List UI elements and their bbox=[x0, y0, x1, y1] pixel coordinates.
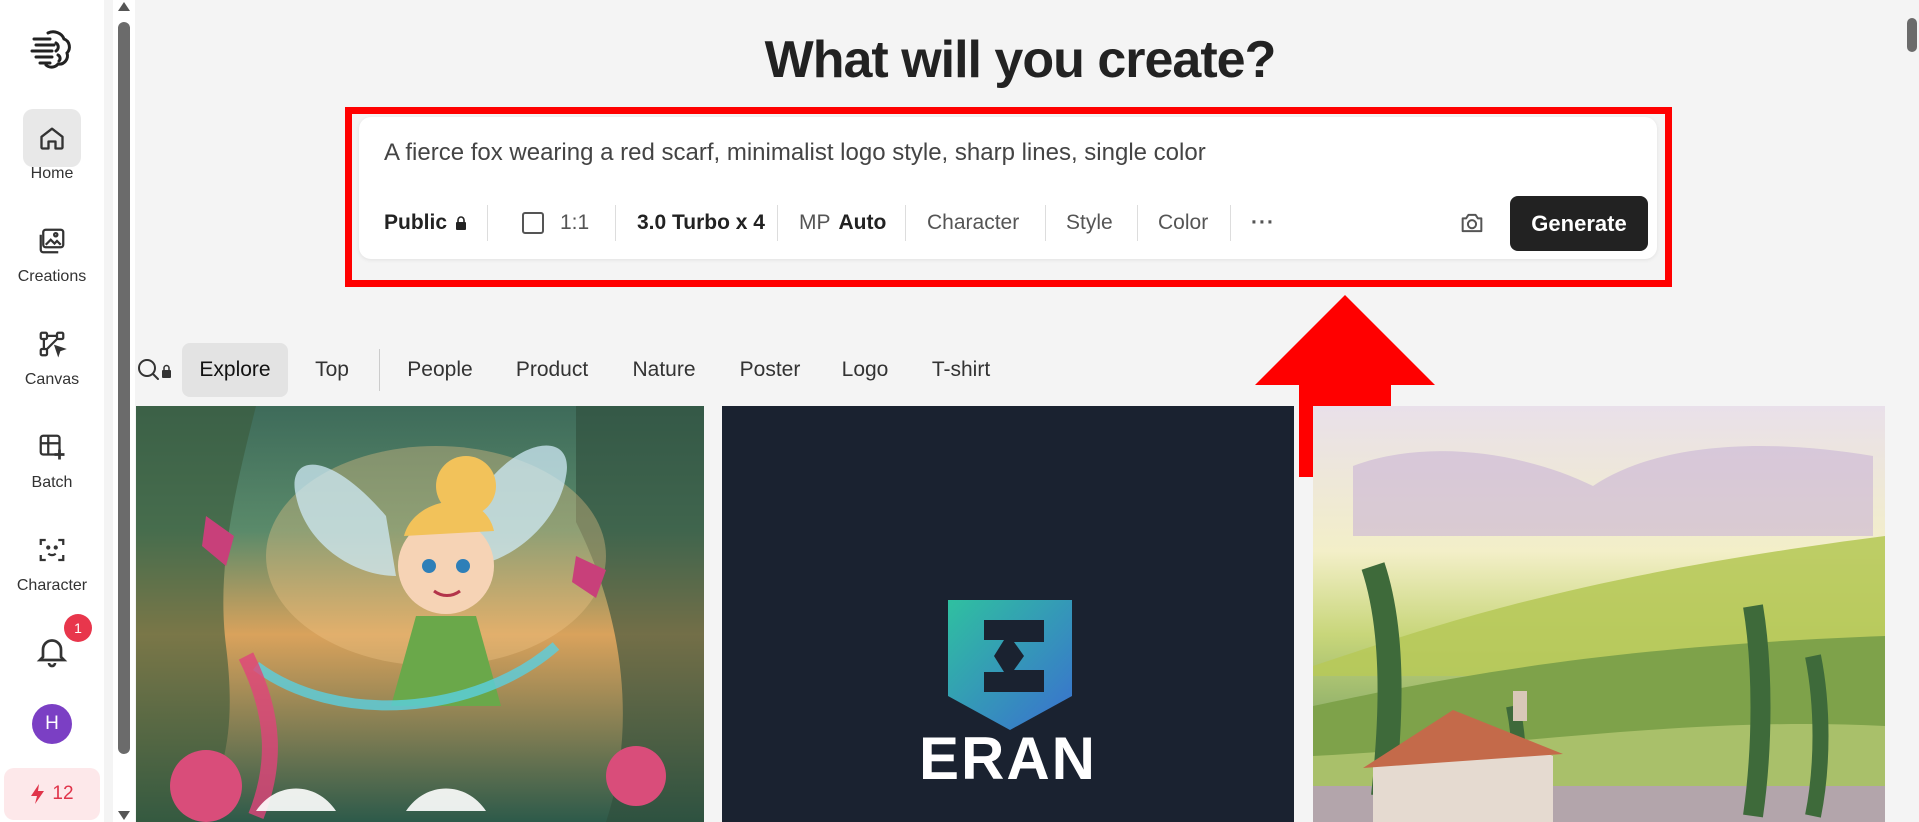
sidebar-item-label: Batch bbox=[31, 474, 73, 491]
filter-divider bbox=[379, 349, 380, 391]
watercolor-landscape-illustration bbox=[1313, 446, 1885, 822]
image-icon bbox=[23, 212, 81, 270]
gallery-image-fairy[interactable] bbox=[136, 406, 704, 822]
filter-tshirt[interactable]: T-shirt bbox=[920, 343, 1002, 397]
aspect-ratio-value: 1:1 bbox=[560, 211, 590, 234]
divider bbox=[487, 205, 488, 241]
divider bbox=[905, 205, 906, 241]
character-button[interactable]: Character bbox=[927, 211, 1019, 235]
filter-logo[interactable]: Logo bbox=[832, 343, 898, 397]
model-value: 3.0 Turbo x 4 bbox=[637, 211, 765, 234]
aspect-ratio-selector[interactable]: 1:1 bbox=[522, 211, 589, 235]
mp-selector[interactable]: MP Auto bbox=[799, 211, 886, 235]
generate-button[interactable]: Generate bbox=[1510, 196, 1648, 251]
camera-icon[interactable] bbox=[1458, 209, 1486, 237]
lock-icon bbox=[456, 216, 467, 230]
filter-product[interactable]: Product bbox=[503, 343, 601, 397]
sidebar-scrollbar[interactable] bbox=[113, 0, 135, 822]
divider bbox=[1137, 205, 1138, 241]
credits-button[interactable]: 12 bbox=[4, 768, 100, 820]
character-label: Character bbox=[927, 211, 1020, 234]
scrollbar-thumb[interactable] bbox=[118, 22, 130, 754]
divider bbox=[1045, 205, 1046, 241]
notification-badge: 1 bbox=[64, 614, 92, 642]
gallery-image-logo[interactable]: ERAN bbox=[722, 406, 1294, 822]
mp-label: MP bbox=[799, 211, 831, 234]
divider bbox=[1230, 205, 1231, 241]
avatar[interactable]: H bbox=[32, 704, 72, 744]
batch-icon bbox=[23, 418, 81, 476]
visibility-label: Public bbox=[384, 211, 448, 234]
fairy-illustration bbox=[136, 406, 704, 822]
style-button[interactable]: Style bbox=[1066, 211, 1113, 235]
search-icon[interactable] bbox=[136, 356, 176, 384]
page-scrollbar[interactable] bbox=[1905, 0, 1919, 822]
bell-icon[interactable] bbox=[34, 633, 70, 669]
sidebar-item-home[interactable]: Home bbox=[0, 109, 104, 183]
prompt-input[interactable]: A fierce fox wearing a red scarf, minima… bbox=[384, 139, 1206, 167]
filter-nature[interactable]: Nature bbox=[620, 343, 708, 397]
model-selector[interactable]: 3.0 Turbo x 4 bbox=[637, 211, 765, 235]
character-icon bbox=[23, 521, 81, 579]
home-icon bbox=[23, 109, 81, 167]
sidebar-item-label: Canvas bbox=[24, 371, 80, 388]
sidebar-item-character[interactable]: Character bbox=[0, 521, 104, 595]
filter-people[interactable]: People bbox=[395, 343, 485, 397]
mp-value: Auto bbox=[838, 211, 887, 234]
page-title: What will you create? bbox=[764, 31, 1277, 89]
sidebar-item-label: Home bbox=[30, 165, 74, 182]
scroll-up-arrow-icon[interactable] bbox=[118, 2, 130, 11]
sidebar-item-batch[interactable]: Batch bbox=[0, 418, 104, 492]
divider bbox=[777, 205, 778, 241]
logo-icon[interactable] bbox=[28, 25, 76, 73]
sidebar-item-canvas[interactable]: Canvas bbox=[0, 315, 104, 389]
credits-count: 12 bbox=[52, 783, 74, 804]
more-icon: ··· bbox=[1251, 211, 1275, 234]
filter-explore[interactable]: Explore bbox=[182, 343, 288, 397]
gallery-image-landscape[interactable] bbox=[1313, 406, 1885, 822]
scrollbar-thumb[interactable] bbox=[1907, 18, 1917, 52]
scroll-down-arrow-icon[interactable] bbox=[118, 811, 130, 820]
divider bbox=[615, 205, 616, 241]
more-options-button[interactable]: ··· bbox=[1251, 211, 1275, 235]
style-label: Style bbox=[1066, 211, 1113, 234]
sidebar-item-creations[interactable]: Creations bbox=[0, 212, 104, 286]
filter-poster[interactable]: Poster bbox=[728, 343, 812, 397]
color-label: Color bbox=[1158, 211, 1209, 234]
prompt-card: A fierce fox wearing a red scarf, minima… bbox=[359, 117, 1657, 259]
sidebar-item-label: Creations bbox=[17, 268, 87, 285]
visibility-toggle[interactable]: Public bbox=[384, 211, 467, 235]
lightning-icon bbox=[31, 784, 45, 804]
sidebar-item-label: Character bbox=[16, 577, 88, 594]
color-button[interactable]: Color bbox=[1158, 211, 1208, 235]
canvas-icon bbox=[23, 315, 81, 373]
aspect-ratio-square-icon bbox=[522, 212, 544, 234]
logo-text: ERAN bbox=[918, 725, 1097, 792]
filter-top[interactable]: Top bbox=[302, 343, 362, 397]
sidebar: Home Creations Canvas Batch Character 1 … bbox=[0, 0, 104, 822]
